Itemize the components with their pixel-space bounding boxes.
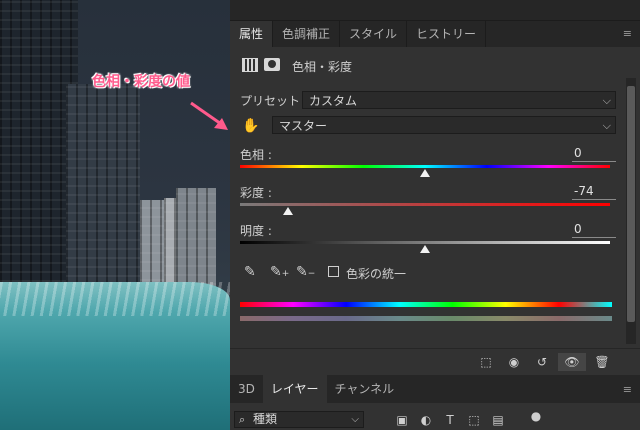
- panel-tabs: 属性 色調補正 スタイル ヒストリー ≡: [230, 21, 640, 47]
- search-icon: ⌕: [239, 413, 246, 426]
- tab-channels[interactable]: チャンネル: [327, 375, 403, 403]
- panel-menu-icon[interactable]: ≡: [623, 383, 632, 396]
- colorize-checkbox[interactable]: [328, 266, 339, 277]
- type-filter-icon[interactable]: T: [440, 411, 460, 429]
- eyedropper-icon[interactable]: ✎: [244, 264, 256, 280]
- adjustment-layer-icon[interactable]: [242, 58, 258, 72]
- annotation-arrow: [190, 101, 228, 130]
- lightness-slider-track[interactable]: [240, 241, 610, 244]
- channel-value: マスター: [279, 119, 328, 133]
- tab-layers[interactable]: レイヤー: [262, 375, 327, 403]
- panel-top-strip: [230, 0, 640, 21]
- eyedropper-minus-icon[interactable]: ✎−: [296, 264, 315, 280]
- hand-target-icon[interactable]: ✋: [242, 118, 259, 134]
- tab-history[interactable]: ヒストリー: [407, 21, 487, 47]
- chevron-down-icon: ⌵: [602, 94, 611, 107]
- panel-menu-icon[interactable]: ≡: [623, 27, 632, 40]
- channel-select[interactable]: マスター ⌵: [272, 116, 616, 134]
- clip-layer-icon[interactable]: ⬚: [476, 353, 496, 371]
- preset-value: カスタム: [309, 94, 358, 108]
- filter-kind-label: 種類: [253, 412, 278, 426]
- building-glass: [66, 84, 140, 304]
- visibility-eye-icon[interactable]: 👁: [558, 353, 586, 371]
- adjusted-spectrum-bar: [240, 316, 612, 321]
- reset-icon[interactable]: ↺: [532, 353, 552, 371]
- lightness-value-field[interactable]: 0: [572, 221, 616, 238]
- eyedropper-plus-icon[interactable]: ✎+: [270, 264, 289, 280]
- colorize-label: 色彩の統一: [346, 267, 407, 281]
- filter-toggle-icon[interactable]: ●: [526, 407, 546, 425]
- saturation-slider-knob[interactable]: [283, 207, 294, 215]
- smart-object-filter-icon[interactable]: ▤: [488, 411, 508, 429]
- saturation-value-field[interactable]: -74: [572, 183, 616, 200]
- scrollbar-thumb[interactable]: [627, 86, 635, 322]
- layers-panel-tabs: 3D レイヤー チャンネル ≡: [230, 375, 640, 403]
- lightness-label: 明度 :: [240, 224, 272, 238]
- view-previous-icon[interactable]: ◉: [504, 353, 524, 371]
- tab-properties[interactable]: 属性: [230, 21, 274, 47]
- adjustment-title: 色相・彩度: [292, 60, 353, 74]
- building-tall: [176, 188, 216, 294]
- hue-label: 色相 :: [240, 148, 272, 162]
- document-canvas: 色相・彩度の値: [0, 0, 230, 430]
- filter-kind-select[interactable]: ⌕ 種類 ⌵: [234, 411, 364, 428]
- preset-select[interactable]: カスタム ⌵: [302, 91, 616, 109]
- tab-3d[interactable]: 3D: [230, 375, 263, 403]
- panel-bottom-toolbar: ⬚ ◉ ↺ 👁 🗑: [230, 348, 640, 375]
- panel-scrollbar[interactable]: [626, 78, 636, 344]
- saturation-slider-track[interactable]: [240, 203, 610, 206]
- trash-icon[interactable]: 🗑: [592, 353, 612, 371]
- hue-slider-track[interactable]: [240, 165, 610, 168]
- mask-icon[interactable]: [264, 58, 280, 71]
- lightness-slider-knob[interactable]: [420, 245, 430, 253]
- hue-value-field[interactable]: 0: [572, 145, 616, 162]
- layer-filter-bar: ⌕ 種類 ⌵ ▣ ◐ T ⬚ ▤ ●: [230, 403, 640, 430]
- image-filter-icon[interactable]: ▣: [392, 411, 412, 429]
- water-wave: [0, 282, 230, 430]
- chevron-down-icon: ⌵: [351, 414, 359, 425]
- tab-adjustments[interactable]: 色調補正: [273, 21, 341, 47]
- shape-filter-icon[interactable]: ⬚: [464, 411, 484, 429]
- hue-slider-knob[interactable]: [420, 169, 430, 177]
- adjustment-header: 色相・彩度: [230, 56, 622, 76]
- preset-label: プリセット :: [240, 94, 308, 108]
- color-spectrum-bar: [240, 302, 612, 307]
- annotation-label: 色相・彩度の値: [92, 74, 190, 90]
- properties-panel: 属性 色調補正 スタイル ヒストリー ≡ 色相・彩度 プリセット : カスタム ⌵…: [230, 0, 640, 430]
- tab-styles[interactable]: スタイル: [340, 21, 408, 47]
- adjustment-filter-icon[interactable]: ◐: [416, 411, 436, 429]
- saturation-label: 彩度 :: [240, 186, 272, 200]
- chevron-down-icon: ⌵: [602, 119, 611, 132]
